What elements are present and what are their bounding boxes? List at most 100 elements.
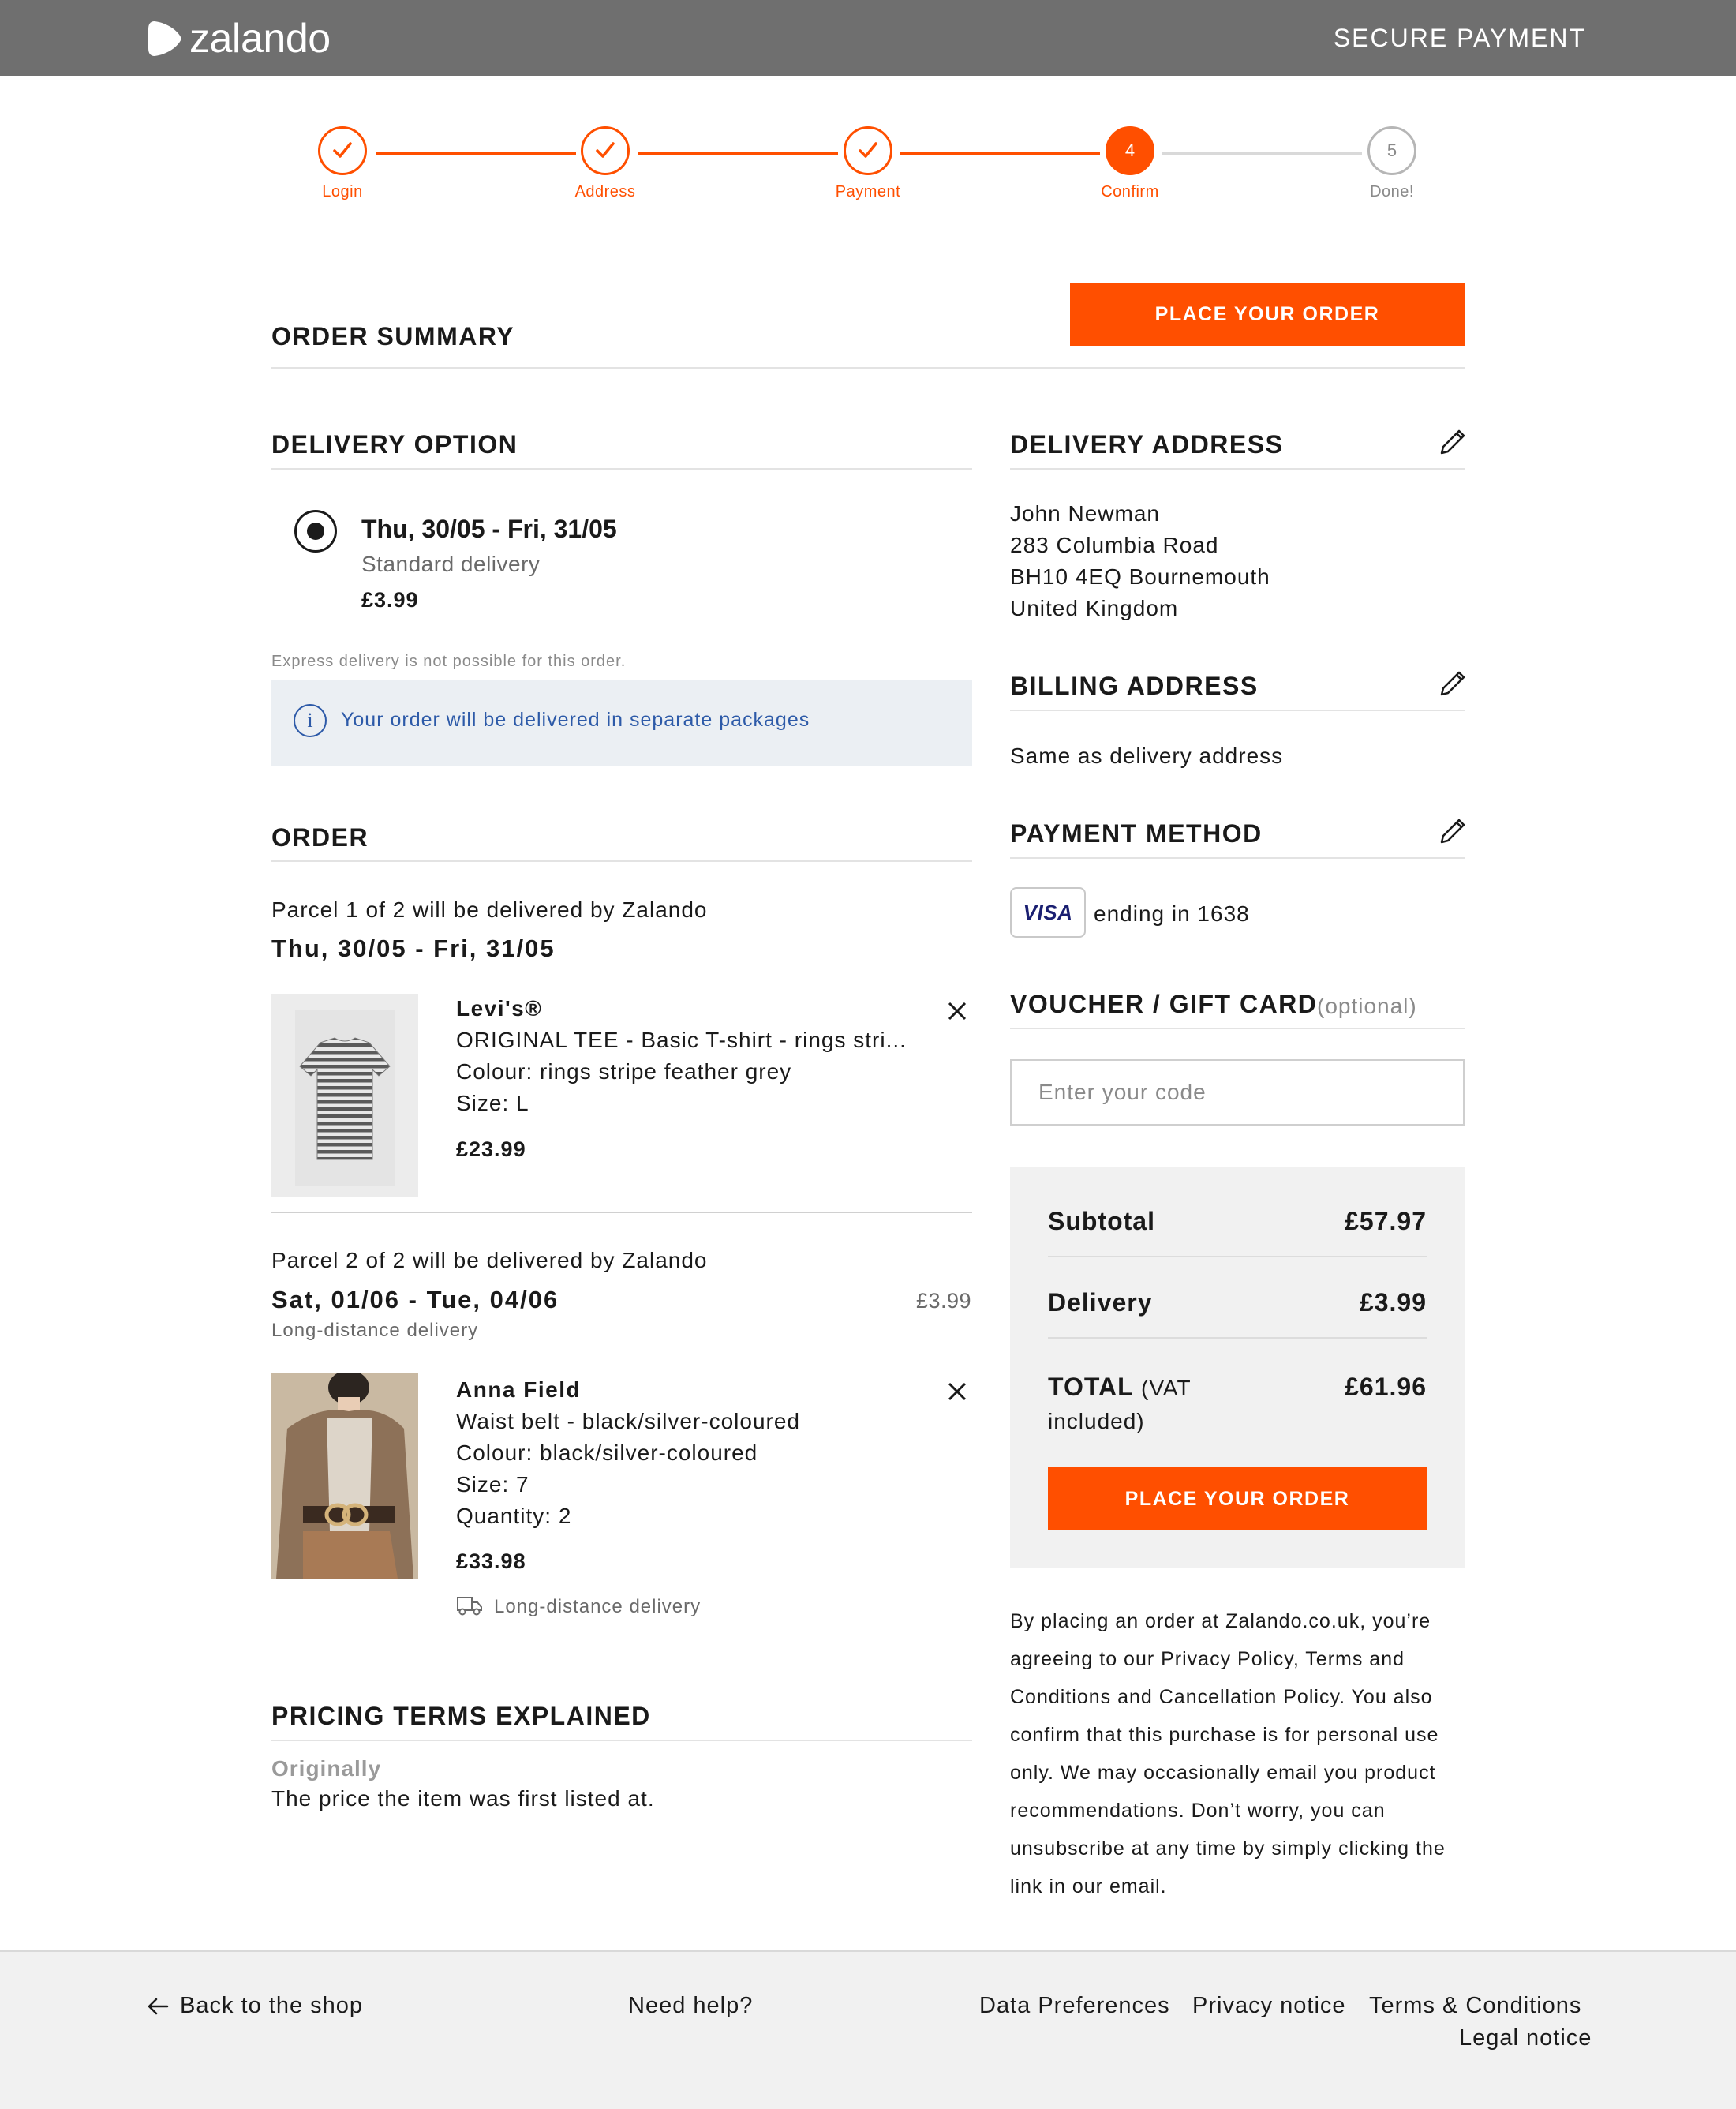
secure-payment-label: SECURE PAYMENT (1333, 24, 1586, 52)
step-label: Payment (835, 183, 901, 200)
step-payment[interactable]: Payment (805, 126, 931, 201)
divider (271, 860, 972, 862)
place-order-button[interactable]: PLACE YOUR ORDER (1048, 1467, 1427, 1530)
brand-name: zalando (189, 16, 331, 62)
subtotal-row: Subtotal £57.97 (1048, 1207, 1427, 1236)
delivery-option-dates: Thu, 30/05 - Fri, 31/05 (361, 515, 617, 543)
voucher-code-input[interactable] (1010, 1059, 1465, 1126)
product-price: £23.99 (456, 1137, 526, 1161)
subtotal-label: Subtotal (1048, 1207, 1155, 1235)
delivery-value: £3.99 (1359, 1288, 1427, 1317)
delivery-row: Delivery £3.99 (1048, 1288, 1427, 1317)
product-colour: Colour: rings stripe feather grey (456, 1059, 792, 1084)
divider (1010, 710, 1465, 711)
parcel-dates: Sat, 01/06 - Tue, 04/06 (271, 1286, 559, 1313)
legal-line: link in our email. (1010, 1875, 1167, 1897)
privacy-notice-link[interactable]: Privacy notice (1192, 1993, 1346, 2019)
parcel-heading: Parcel 2 of 2 will be delivered by Zalan… (271, 1248, 708, 1272)
order-totals-panel: Subtotal £57.97 Delivery £3.99 TOTAL (VA… (1010, 1167, 1465, 1568)
step-address[interactable]: Address (542, 126, 668, 201)
step-label: Done! (1370, 183, 1414, 200)
divider (1010, 468, 1465, 470)
parcel-delivery-price: £3.99 (916, 1289, 972, 1313)
divider (271, 367, 1465, 369)
legal-line: By placing an order at Zalando.co.uk, yo… (1010, 1610, 1431, 1632)
check-icon (844, 126, 892, 175)
legal-line: confirm that this purchase is for person… (1010, 1724, 1439, 1746)
step-login[interactable]: Login (279, 126, 406, 201)
product-brand: Anna Field (456, 1377, 582, 1402)
total-vat-note: (VAT (1141, 1376, 1192, 1400)
divider (271, 1212, 972, 1213)
product-colour: Colour: black/silver-coloured (456, 1440, 758, 1465)
order-summary-title: ORDER SUMMARY (271, 322, 515, 350)
divider (1048, 1256, 1427, 1257)
order-title: ORDER (271, 823, 369, 852)
footer: Back to the shop Need help? Data Prefere… (0, 1950, 1736, 2109)
billing-address-text: Same as delivery address (1010, 744, 1284, 768)
remove-item-close-icon[interactable] (947, 1381, 967, 1402)
check-icon (581, 126, 630, 175)
info-banner: i Your order will be delivered in separa… (271, 680, 972, 766)
step-label: Confirm (1101, 183, 1159, 200)
edit-pencil-icon[interactable] (1437, 668, 1468, 699)
legal-line: recommendations. Don’t worry, you can (1010, 1800, 1386, 1822)
subtotal-value: £57.97 (1345, 1207, 1427, 1235)
total-value: £61.96 (1345, 1373, 1427, 1401)
address-line: United Kingdom (1010, 596, 1179, 620)
product-brand: Levi's® (456, 996, 543, 1021)
legal-notice-link[interactable]: Legal notice (1459, 2025, 1592, 2051)
visa-card-icon: VISA (1010, 887, 1086, 938)
need-help-link[interactable]: Need help? (628, 1993, 753, 2019)
divider (271, 1740, 972, 1741)
parcel-delivery-type: Long-distance delivery (271, 1320, 479, 1341)
checkout-stepper: Login Address Payment 4 Confirm 5 Done! (292, 126, 1436, 213)
legal-line: agreeing to our Privacy Policy, Terms an… (1010, 1648, 1405, 1670)
pricing-terms-title: PRICING TERMS EXPLAINED (271, 1702, 651, 1730)
product-size: Size: 7 (456, 1472, 529, 1497)
place-order-button-top[interactable]: PLACE YOUR ORDER (1070, 283, 1465, 346)
terms-conditions-link[interactable]: Terms & Conditions (1369, 1993, 1581, 2019)
data-preferences-link[interactable]: Data Preferences (979, 1993, 1170, 2019)
total-label: TOTAL (1048, 1373, 1134, 1401)
delivery-label: Delivery (1048, 1288, 1153, 1317)
step-label: Address (574, 183, 636, 200)
address-line: BH10 4EQ Bournemouth (1010, 564, 1270, 589)
divider (1010, 857, 1465, 859)
delivery-option-radio[interactable] (294, 510, 337, 553)
parcel-dates: Thu, 30/05 - Fri, 31/05 (271, 935, 556, 962)
payment-method-title: PAYMENT METHOD (1010, 819, 1263, 848)
legal-line: unsubscribe at any time by simply clicki… (1010, 1837, 1446, 1860)
remove-item-close-icon[interactable] (947, 1001, 967, 1021)
check-icon (318, 126, 367, 175)
legal-line: Conditions and Cancellation Policy. You … (1010, 1686, 1433, 1708)
back-to-shop-link[interactable]: Back to the shop (180, 1993, 363, 2019)
product-name[interactable]: ORIGINAL TEE - Basic T-shirt - rings str… (456, 1025, 907, 1056)
step-number: 4 (1106, 126, 1154, 175)
product-image-belt[interactable] (271, 1373, 418, 1579)
pricing-term: Originally (271, 1756, 382, 1781)
step-label: Login (322, 183, 363, 200)
total-vat-note-2: included) (1048, 1409, 1145, 1433)
product-name[interactable]: Waist belt - black/silver-coloured (456, 1406, 800, 1437)
product-quantity: Quantity: 2 (456, 1504, 572, 1528)
edit-pencil-icon[interactable] (1437, 815, 1468, 847)
delivery-option-price: £3.99 (361, 588, 419, 612)
divider (1010, 1028, 1465, 1029)
top-bar: zalando SECURE PAYMENT (0, 0, 1736, 76)
edit-pencil-icon[interactable] (1437, 426, 1468, 458)
truck-icon (457, 1597, 482, 1616)
express-note: Express delivery is not possible for thi… (271, 653, 627, 670)
zalando-logo[interactable]: zalando (147, 16, 331, 62)
voucher-title: VOUCHER / GIFT CARD (1010, 990, 1318, 1018)
total-row: TOTAL (VAT £61.96 included) (1048, 1369, 1427, 1437)
billing-address-title: BILLING ADDRESS (1010, 672, 1259, 700)
arrow-left-icon[interactable] (147, 1997, 169, 2016)
card-ending-text: ending in 1638 (1094, 901, 1250, 926)
legal-line: only. We may occasionally email you prod… (1010, 1762, 1436, 1784)
product-image-tshirt[interactable] (271, 994, 418, 1197)
product-price: £33.98 (456, 1549, 526, 1573)
delivery-option-title: DELIVERY OPTION (271, 430, 518, 459)
pricing-definition: The price the item was first listed at. (271, 1786, 655, 1811)
address-line: John Newman (1010, 501, 1160, 526)
